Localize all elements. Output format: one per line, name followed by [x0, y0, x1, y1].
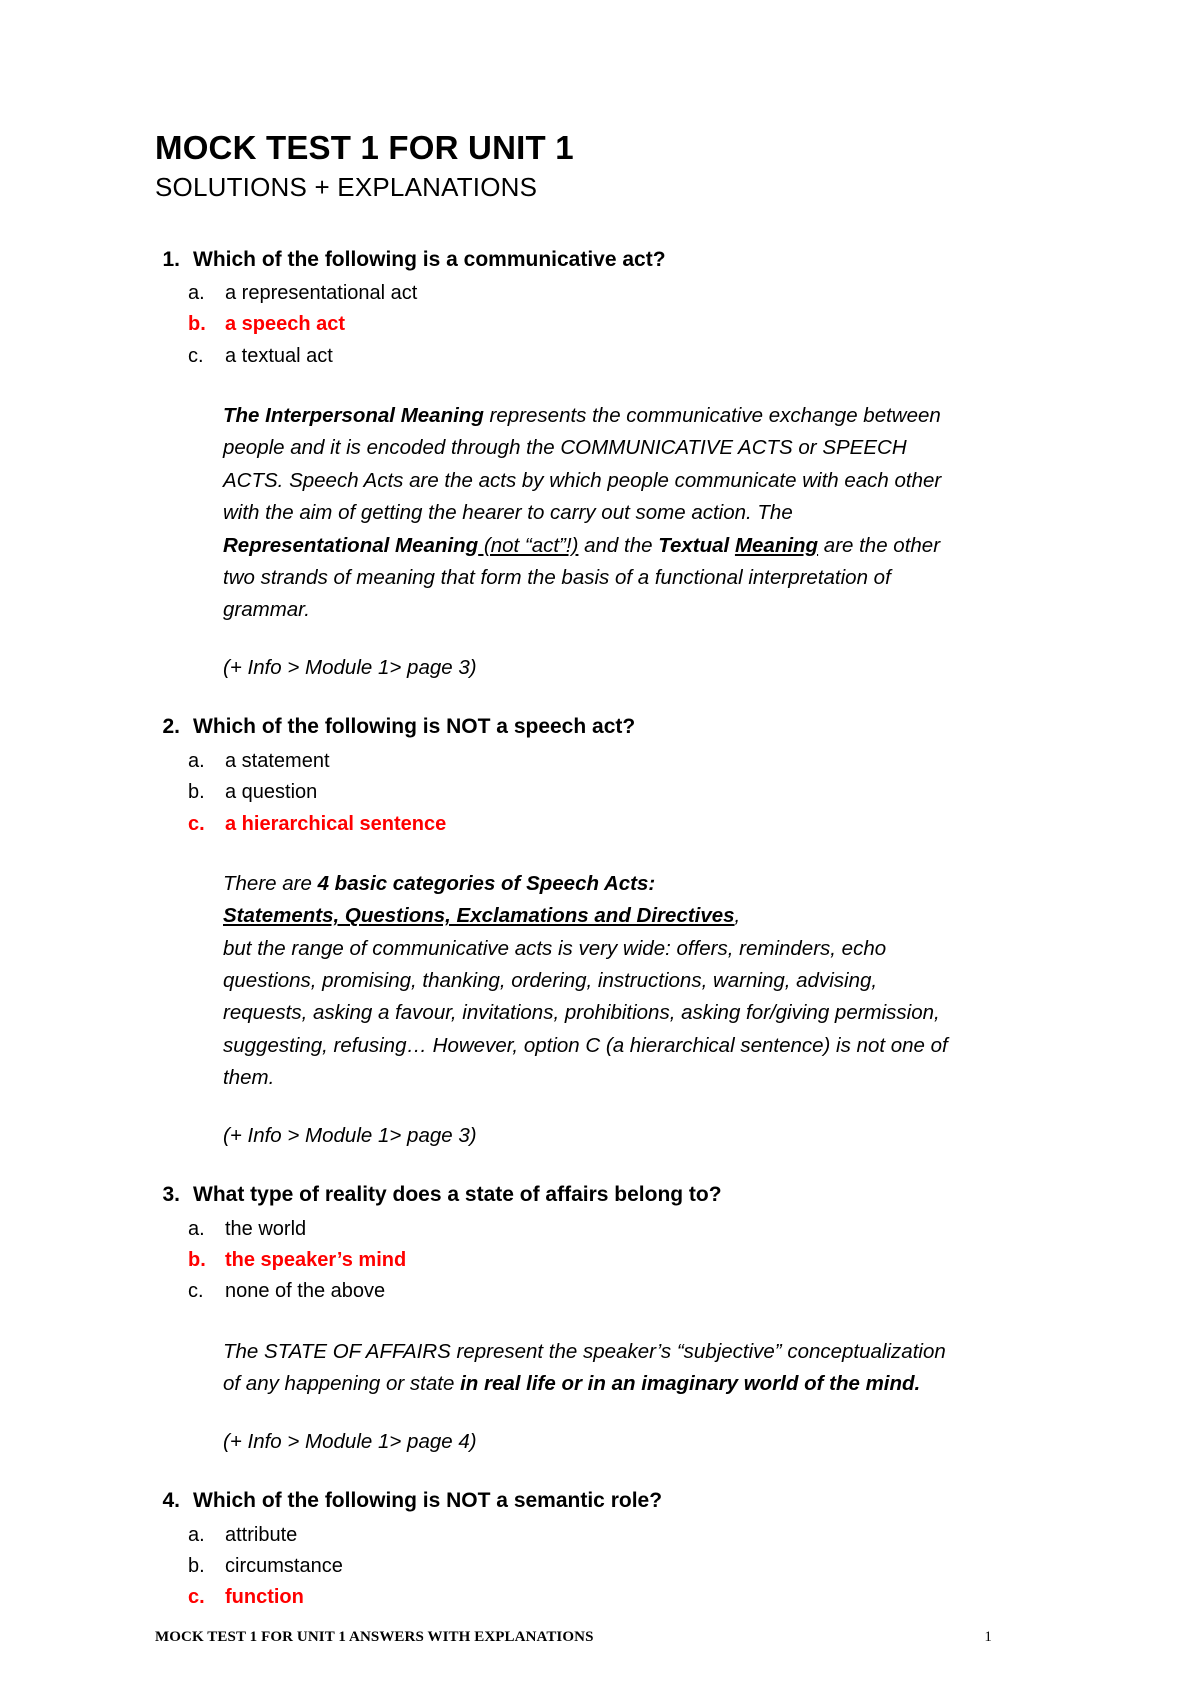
- option-letter: a.: [188, 749, 205, 772]
- option-label: circumstance: [225, 1555, 343, 1578]
- reference-note: (+ Info > Module 1> page 3): [223, 655, 477, 679]
- option-letter: a.: [188, 281, 205, 304]
- option-letter: c.: [188, 812, 205, 835]
- question-number: 4.: [162, 1489, 180, 1513]
- options-list: a. the world b. the speaker’s mind c. no…: [155, 1215, 1050, 1306]
- option-b[interactable]: b. a question: [155, 778, 1050, 806]
- option-a[interactable]: a. attribute: [155, 1521, 1050, 1549]
- option-label: attribute: [225, 1523, 298, 1546]
- page-footer: MOCK TEST 1 FOR UNIT 1 ANSWERS WITH EXPL…: [155, 1629, 1050, 1646]
- option-label: a hierarchical sentence: [225, 812, 447, 835]
- question-heading: 4. Which of the following is NOT a seman…: [155, 1487, 1050, 1515]
- option-label: a question: [225, 781, 318, 804]
- footer-text: MOCK TEST 1 FOR UNIT 1 ANSWERS WITH EXPL…: [155, 1629, 594, 1645]
- options-list: a. attribute b. circumstance c. function: [155, 1521, 1050, 1612]
- option-letter: c.: [188, 1586, 205, 1609]
- option-label: a textual act: [225, 344, 333, 367]
- option-label: the speaker’s mind: [225, 1249, 407, 1272]
- option-label: none of the above: [225, 1280, 386, 1303]
- question-text: Which of the following is NOT a speech a…: [193, 715, 636, 739]
- option-label: function: [225, 1586, 304, 1609]
- question-text: What type of reality does a state of aff…: [193, 1183, 722, 1207]
- option-letter: c.: [188, 344, 204, 367]
- explanation-text: The Interpersonal Meaning represents the…: [223, 404, 942, 622]
- question-heading: 1. Which of the following is a communica…: [155, 246, 1050, 274]
- reference-note: (+ Info > Module 1> page 4): [223, 1429, 477, 1453]
- options-list: a. a statement b. a question c. a hierar…: [155, 747, 1050, 838]
- option-label: the world: [225, 1217, 307, 1240]
- option-letter: c.: [188, 1280, 204, 1303]
- option-c[interactable]: c. a hierarchical sentence: [155, 810, 1050, 838]
- question-heading: 3. What type of reality does a state of …: [155, 1181, 1050, 1209]
- option-letter: a.: [188, 1523, 205, 1546]
- reference-note: (+ Info > Module 1> page 3): [223, 1123, 477, 1147]
- option-a[interactable]: a. the world: [155, 1215, 1050, 1243]
- question-text: Which of the following is a communicativ…: [193, 247, 666, 271]
- question-block-4: 4. Which of the following is NOT a seman…: [155, 1487, 1050, 1612]
- question-block-3: 3. What type of reality does a state of …: [155, 1181, 1050, 1457]
- option-b[interactable]: b. the speaker’s mind: [155, 1246, 1050, 1274]
- footer-page-number: 1: [984, 1629, 992, 1645]
- option-c[interactable]: c. none of the above: [155, 1277, 1050, 1305]
- option-letter: b.: [188, 1249, 206, 1272]
- option-letter: b.: [188, 313, 206, 336]
- option-letter: a.: [188, 1217, 205, 1240]
- option-label: a statement: [225, 749, 330, 772]
- question-number: 2.: [162, 715, 180, 739]
- option-label: a representational act: [225, 281, 418, 304]
- page-subtitle: SOLUTIONS + EXPLANATIONS: [155, 171, 538, 202]
- option-c[interactable]: c. a textual act: [155, 342, 1050, 370]
- page-title: MOCK TEST 1 FOR UNIT 1: [155, 129, 574, 166]
- options-list: a. a representational act b. a speech ac…: [155, 279, 1050, 370]
- explanation-text: There are 4 basic categories of Speech A…: [223, 871, 948, 1090]
- question-heading: 2. Which of the following is NOT a speec…: [155, 713, 1050, 741]
- question-number: 3.: [162, 1183, 180, 1207]
- option-b[interactable]: b. a speech act: [155, 310, 1050, 338]
- option-letter: b.: [188, 1555, 205, 1578]
- question-block-2: 2. Which of the following is NOT a speec…: [155, 713, 1050, 1151]
- option-letter: b.: [188, 781, 205, 804]
- question-number: 1.: [162, 247, 180, 271]
- option-a[interactable]: a. a representational act: [155, 279, 1050, 307]
- question-text: Which of the following is NOT a semantic…: [193, 1489, 663, 1513]
- explanation-text: The STATE OF AFFAIRS represent the speak…: [223, 1339, 946, 1396]
- question-block-1: 1. Which of the following is a communica…: [155, 246, 1050, 684]
- document-page: MOCK TEST 1 FOR UNIT 1 SOLUTIONS + EXPLA…: [0, 0, 1200, 1698]
- option-b[interactable]: b. circumstance: [155, 1552, 1050, 1580]
- option-c[interactable]: c. function: [155, 1583, 1050, 1611]
- option-label: a speech act: [225, 313, 346, 336]
- option-a[interactable]: a. a statement: [155, 747, 1050, 775]
